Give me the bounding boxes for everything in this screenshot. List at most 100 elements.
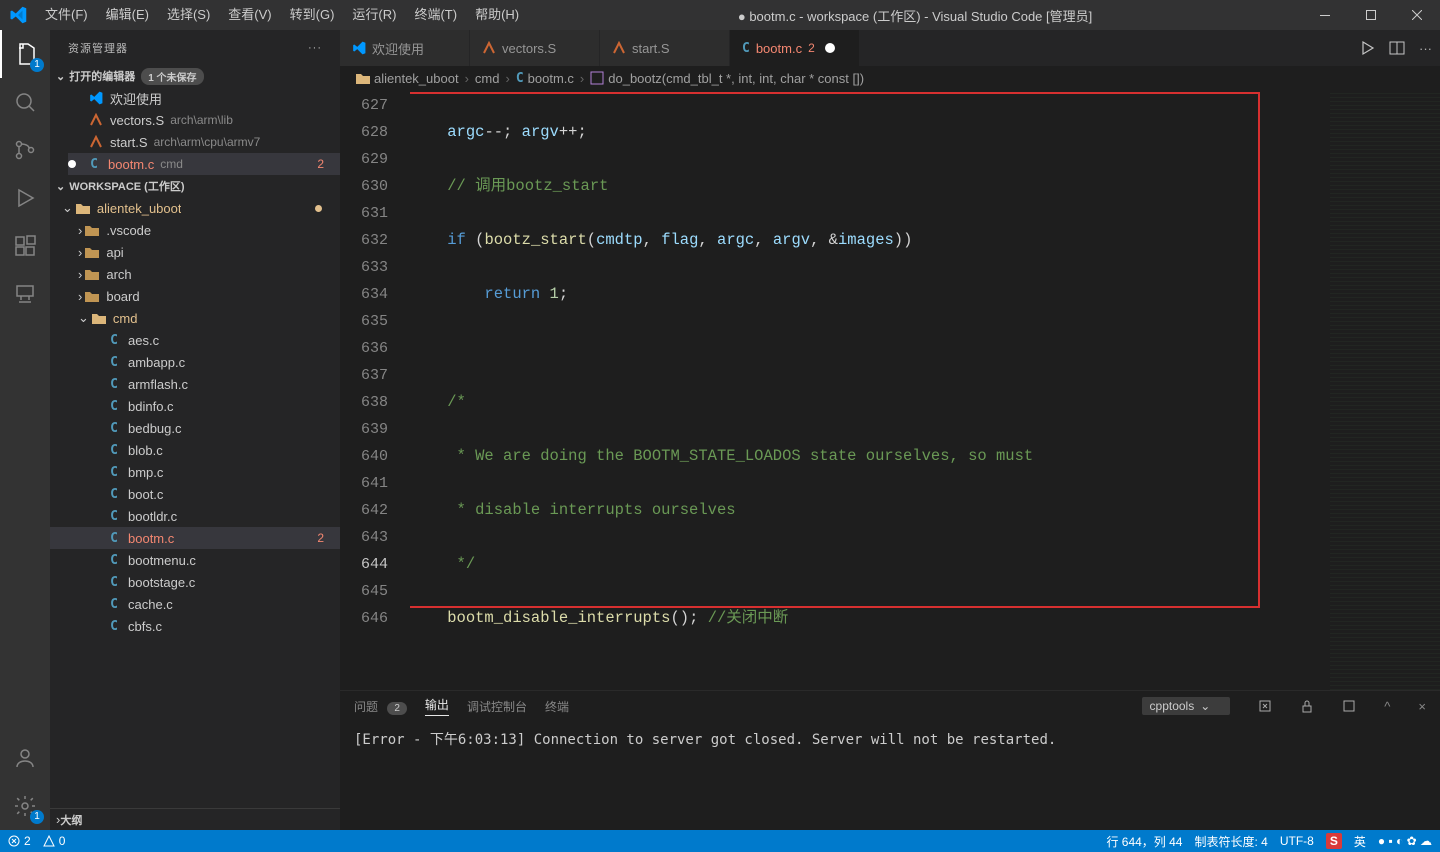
panel-tab-debug-console[interactable]: 调试控制台 — [467, 698, 527, 715]
editor-area: 欢迎使用 vectors.S start.S C bootm.c 2 ··· — [340, 30, 1440, 830]
status-cursor-position[interactable]: 行 644，列 44 — [1106, 833, 1182, 850]
file-item[interactable]: Cbdinfo.c — [50, 395, 340, 417]
asm-icon — [88, 135, 104, 149]
close-button[interactable] — [1394, 0, 1440, 30]
folder-open-icon — [91, 312, 107, 324]
status-errors[interactable]: 2 — [8, 834, 31, 848]
run-icon[interactable] — [1359, 40, 1375, 56]
menu-file[interactable]: 文件(F) — [36, 0, 97, 30]
open-editor-item[interactable]: 欢迎使用 — [68, 87, 340, 109]
extensions-icon[interactable] — [0, 222, 50, 270]
editor-tabs: 欢迎使用 vectors.S start.S C bootm.c 2 ··· — [340, 30, 1440, 66]
menu-terminal[interactable]: 终端(T) — [405, 0, 466, 30]
file-item[interactable]: Cbedbug.c — [50, 417, 340, 439]
source-control-icon[interactable] — [0, 126, 50, 174]
menu-help[interactable]: 帮助(H) — [466, 0, 528, 30]
clear-output-icon[interactable] — [1258, 699, 1272, 713]
c-file-icon: C — [106, 355, 122, 370]
breadcrumb[interactable]: alientek_uboot › cmd › C bootm.c › do_bo… — [340, 66, 1440, 90]
file-item[interactable]: Ccache.c — [50, 593, 340, 615]
output-body[interactable]: [Error - 下午6:03:13] Connection to server… — [340, 721, 1440, 830]
explorer-icon[interactable]: 1 — [0, 30, 50, 78]
folder[interactable]: › arch — [50, 263, 340, 285]
split-editor-icon[interactable] — [1389, 40, 1405, 56]
tab-vectors[interactable]: vectors.S — [470, 30, 600, 66]
open-log-icon[interactable] — [1342, 699, 1356, 713]
c-file-icon: C — [742, 41, 750, 56]
ime-lang[interactable]: 英 — [1354, 833, 1366, 850]
minimap[interactable] — [1330, 90, 1440, 690]
asm-icon — [88, 113, 104, 127]
explorer-badge: 1 — [30, 58, 44, 72]
file-item[interactable]: Ccbfs.c — [50, 615, 340, 637]
accounts-icon[interactable] — [0, 734, 50, 782]
lock-scroll-icon[interactable] — [1300, 699, 1314, 713]
file-item[interactable]: Cblob.c — [50, 439, 340, 461]
folder-cmd[interactable]: ⌄ cmd — [50, 307, 340, 329]
file-item[interactable]: Cbootstage.c — [50, 571, 340, 593]
more-icon[interactable]: ··· — [1419, 41, 1432, 56]
close-panel-icon[interactable]: × — [1418, 699, 1426, 714]
code-editor[interactable]: argc--; argv++; // 调用bootz_start if (boo… — [410, 90, 1330, 690]
file-item[interactable]: Carmflash.c — [50, 373, 340, 395]
tab-start[interactable]: start.S — [600, 30, 730, 66]
file-item[interactable]: Cbootm.c2 — [50, 527, 340, 549]
remote-icon[interactable] — [0, 270, 50, 318]
maximize-panel-icon[interactable]: ^ — [1384, 699, 1390, 714]
minimize-button[interactable] — [1302, 0, 1348, 30]
panel-tab-problems[interactable]: 问题 2 — [354, 698, 407, 715]
file-item[interactable]: Caes.c — [50, 329, 340, 351]
c-file-icon: C — [106, 619, 122, 634]
settings-gear-icon[interactable]: 1 — [0, 782, 50, 830]
tab-welcome[interactable]: 欢迎使用 — [340, 30, 470, 66]
open-editor-item[interactable]: start.S arch\arm\cpu\armv7 — [68, 131, 340, 153]
status-warnings[interactable]: 0 — [43, 834, 66, 848]
c-file-icon: C — [106, 377, 122, 392]
open-editors-header[interactable]: ⌄ 打开的编辑器 1 个未保存 — [50, 65, 340, 87]
menu-go[interactable]: 转到(G) — [281, 0, 344, 30]
more-icon[interactable]: ··· — [308, 42, 322, 54]
vscode-logo-icon — [0, 6, 36, 24]
file-item[interactable]: Cboot.c — [50, 483, 340, 505]
modified-dot-icon — [825, 43, 835, 53]
open-editor-item[interactable]: C bootm.c cmd 2 — [68, 153, 340, 175]
search-icon[interactable] — [0, 78, 50, 126]
outline-header[interactable]: › 大纲 — [50, 808, 340, 830]
function-icon — [590, 71, 604, 85]
menu-view[interactable]: 查看(V) — [219, 0, 280, 30]
panel-tab-terminal[interactable]: 终端 — [545, 698, 569, 715]
window-title: ● bootm.c - workspace (工作区) - Visual Stu… — [528, 6, 1302, 25]
c-file-icon: C — [106, 465, 122, 480]
status-tab-size[interactable]: 制表符长度: 4 — [1194, 833, 1267, 850]
tab-bootm[interactable]: C bootm.c 2 — [730, 30, 860, 66]
chevron-right-icon: › — [78, 289, 82, 304]
folder[interactable]: › api — [50, 241, 340, 263]
output-channel-select[interactable]: cpptools ⌄ — [1142, 697, 1231, 715]
panel-tab-output[interactable]: 输出 — [425, 696, 449, 716]
folder[interactable]: › .vscode — [50, 219, 340, 241]
ime-indicator[interactable]: S — [1326, 833, 1342, 849]
c-file-icon: C — [86, 157, 102, 172]
file-item[interactable]: Cbootmenu.c — [50, 549, 340, 571]
file-item[interactable]: Cambapp.c — [50, 351, 340, 373]
menu-selection[interactable]: 选择(S) — [158, 0, 219, 30]
maximize-button[interactable] — [1348, 0, 1394, 30]
menu-run[interactable]: 运行(R) — [343, 0, 405, 30]
folder[interactable]: › board — [50, 285, 340, 307]
chevron-down-icon: ⌄ — [56, 70, 65, 83]
file-item[interactable]: Cbmp.c — [50, 461, 340, 483]
chevron-right-icon: › — [78, 245, 82, 260]
workspace-header[interactable]: ⌄ WORKSPACE (工作区) — [50, 175, 340, 197]
asm-icon — [482, 41, 496, 55]
run-debug-icon[interactable] — [0, 174, 50, 222]
folder-root[interactable]: ⌄ alientek_uboot — [50, 197, 340, 219]
file-item[interactable]: Cbootldr.c — [50, 505, 340, 527]
tab-error-count: 2 — [808, 41, 815, 55]
folder-icon — [84, 268, 100, 280]
open-editor-item[interactable]: vectors.S arch\arm\lib — [68, 109, 340, 131]
menu-edit[interactable]: 编辑(E) — [97, 0, 158, 30]
status-encoding[interactable]: UTF-8 — [1280, 834, 1314, 848]
c-file-icon: C — [106, 509, 122, 524]
chevron-right-icon: › — [78, 223, 82, 238]
c-file-icon: C — [106, 575, 122, 590]
